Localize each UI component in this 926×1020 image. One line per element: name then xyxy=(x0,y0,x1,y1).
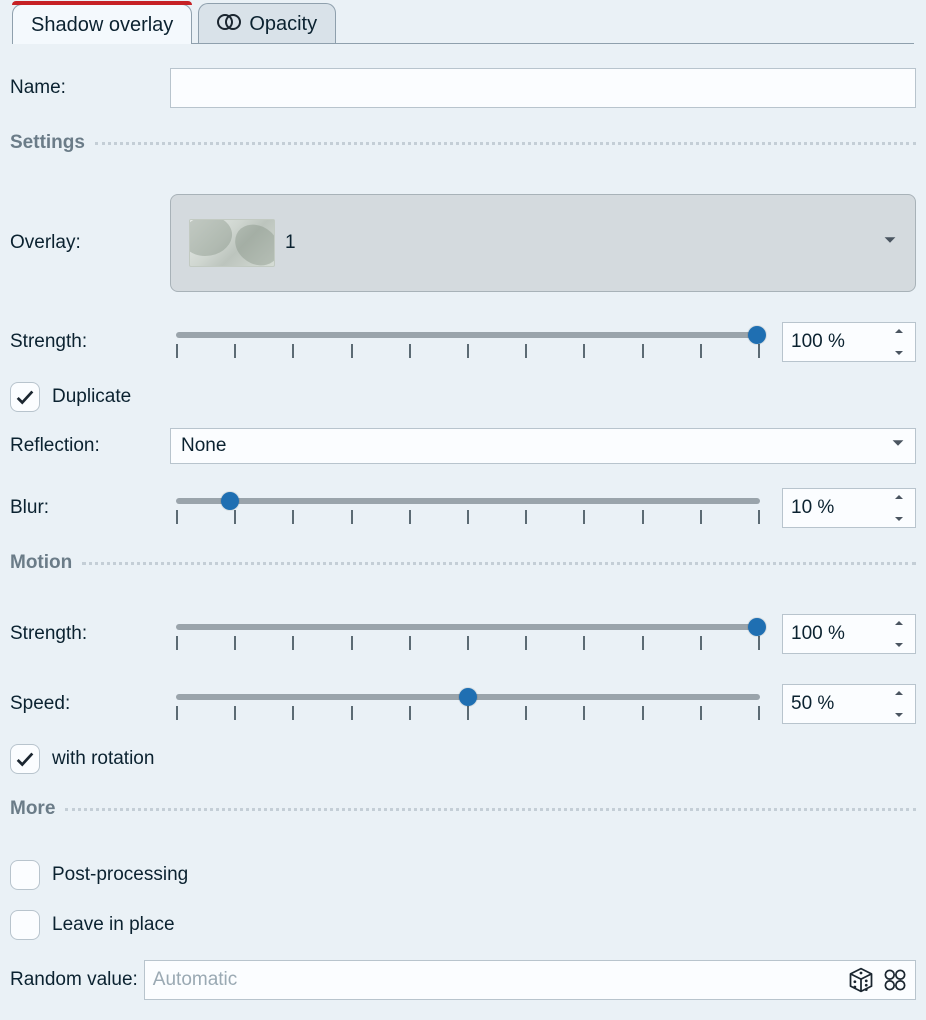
slider-knob[interactable] xyxy=(748,618,766,636)
with-rotation-checkbox[interactable] xyxy=(10,744,40,774)
name-input[interactable] xyxy=(170,68,916,108)
post-processing-label: Post-processing xyxy=(52,864,188,886)
slider-knob[interactable] xyxy=(221,492,239,510)
slider-track xyxy=(176,332,760,338)
speed-spinner[interactable]: 50 % xyxy=(782,684,916,724)
spinner-down-icon[interactable] xyxy=(893,639,905,651)
reflection-label: Reflection: xyxy=(10,435,170,457)
divider xyxy=(82,562,916,565)
tab-label: Opacity xyxy=(249,13,317,36)
name-label: Name: xyxy=(10,77,170,99)
motion-strength-slider[interactable] xyxy=(170,614,766,654)
post-processing-checkbox[interactable] xyxy=(10,860,40,890)
reflection-value: None xyxy=(181,435,226,457)
speed-slider[interactable] xyxy=(170,684,766,724)
duplicate-label: Duplicate xyxy=(52,386,131,408)
random-value-input[interactable]: Automatic xyxy=(144,960,916,1000)
blur-spinner[interactable]: 10 % xyxy=(782,488,916,528)
overlay-label: Overlay: xyxy=(10,232,170,254)
section-title: Settings xyxy=(10,132,85,154)
dice-icon[interactable] xyxy=(847,966,875,994)
spinner-down-icon[interactable] xyxy=(893,347,905,359)
spinner-up-icon[interactable] xyxy=(893,325,905,337)
random-value-placeholder: Automatic xyxy=(153,969,237,991)
tab-shadow-overlay[interactable]: Shadow overlay xyxy=(12,4,192,44)
section-motion: Motion xyxy=(10,552,916,574)
section-title: More xyxy=(10,798,55,820)
slider-track xyxy=(176,498,760,504)
reflection-dropdown[interactable]: None xyxy=(170,428,916,464)
tab-opacity[interactable]: Opacity xyxy=(198,3,336,43)
spinner-value: 100 % xyxy=(791,623,845,645)
divider xyxy=(65,808,916,811)
slider-ticks xyxy=(176,344,760,358)
section-title: Motion xyxy=(10,552,72,574)
blur-label: Blur: xyxy=(10,497,170,519)
slider-knob[interactable] xyxy=(748,326,766,344)
section-more: More xyxy=(10,798,916,820)
spinner-down-icon[interactable] xyxy=(893,709,905,721)
blur-slider[interactable] xyxy=(170,488,766,528)
chevron-down-icon xyxy=(889,434,907,458)
divider xyxy=(95,142,916,145)
slider-ticks xyxy=(176,636,760,650)
motion-strength-spinner[interactable]: 100 % xyxy=(782,614,916,654)
with-rotation-label: with rotation xyxy=(52,748,154,770)
spinner-value: 10 % xyxy=(791,497,834,519)
tab-bar: Shadow overlay Opacity xyxy=(12,0,914,44)
overlay-selected-label: 1 xyxy=(285,232,296,254)
motion-strength-label: Strength: xyxy=(10,623,170,645)
spinner-value: 50 % xyxy=(791,693,834,715)
slider-knob[interactable] xyxy=(459,688,477,706)
slider-ticks xyxy=(176,706,760,720)
settings-strength-spinner[interactable]: 100 % xyxy=(782,322,916,362)
overlay-dropdown[interactable]: 1 xyxy=(170,194,916,292)
opacity-icon xyxy=(217,12,241,38)
duplicate-checkbox[interactable] xyxy=(10,382,40,412)
overlay-thumbnail xyxy=(189,219,275,267)
speed-label: Speed: xyxy=(10,693,170,715)
slider-track xyxy=(176,624,760,630)
clover-icon[interactable] xyxy=(881,966,909,994)
leave-in-place-checkbox[interactable] xyxy=(10,910,40,940)
chevron-down-icon xyxy=(881,231,899,255)
random-value-label: Random value: xyxy=(10,969,138,991)
spinner-value: 100 % xyxy=(791,331,845,353)
tab-label: Shadow overlay xyxy=(31,14,173,37)
spinner-up-icon[interactable] xyxy=(893,687,905,699)
strength-label: Strength: xyxy=(10,331,170,353)
section-settings: Settings xyxy=(10,132,916,154)
spinner-up-icon[interactable] xyxy=(893,617,905,629)
spinner-down-icon[interactable] xyxy=(893,513,905,525)
settings-strength-slider[interactable] xyxy=(170,322,766,362)
spinner-up-icon[interactable] xyxy=(893,491,905,503)
slider-ticks xyxy=(176,510,760,524)
leave-in-place-label: Leave in place xyxy=(52,914,175,936)
